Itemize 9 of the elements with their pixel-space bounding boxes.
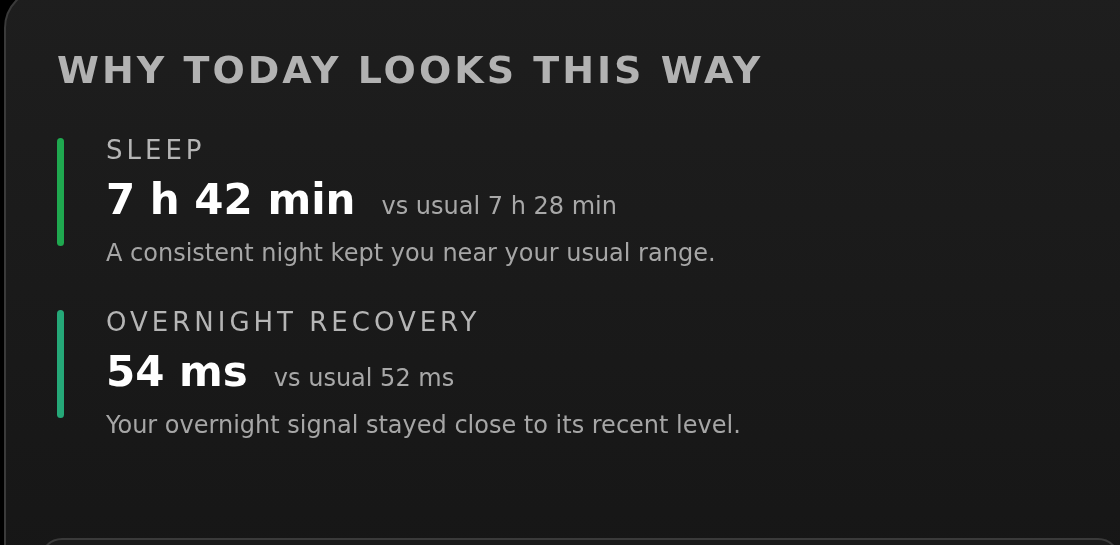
usual-comparison: vs usual 52 ms bbox=[273, 364, 455, 392]
factor-value: 7 h 42 min bbox=[106, 174, 356, 226]
card-title: WHY TODAY LOOKS THIS WAY bbox=[57, 48, 765, 92]
factor-label: OVERNIGHT RECOVERY bbox=[106, 306, 482, 338]
usual-comparison: vs usual 7 h 28 min bbox=[381, 192, 617, 220]
factor-description: A consistent night kept you near your usual range. bbox=[106, 238, 716, 269]
factor-label: SLEEP bbox=[106, 134, 207, 166]
factor-value: 54 ms bbox=[106, 346, 248, 398]
factor-description: Your overnight signal stayed close to its recent level. bbox=[106, 410, 741, 441]
